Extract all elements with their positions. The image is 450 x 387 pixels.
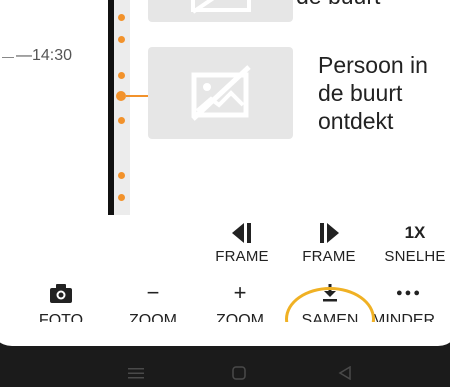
panel-bottom-edge xyxy=(0,322,450,346)
previous-event-title: de buurt xyxy=(296,0,380,10)
next-frame-label: FRAME xyxy=(302,248,356,265)
next-frame-button[interactable]: FRAME xyxy=(294,220,364,265)
more-icon: ●●● xyxy=(396,287,422,299)
timeline-track xyxy=(114,0,130,215)
system-nav-bar xyxy=(0,360,450,387)
timeline-dot xyxy=(118,172,125,179)
timeline-dot xyxy=(118,194,125,201)
image-placeholder-icon xyxy=(191,0,251,14)
timeline-dot xyxy=(118,36,125,43)
previous-frame-button[interactable]: FRAME xyxy=(207,220,277,265)
time-tick xyxy=(2,57,14,58)
image-placeholder-icon xyxy=(191,65,251,121)
timeline-dot xyxy=(118,72,125,79)
previous-frame-icon xyxy=(207,220,277,246)
next-frame-icon xyxy=(294,220,364,246)
previous-frame-label: FRAME xyxy=(215,248,269,265)
time-label: —14:30 xyxy=(16,47,73,64)
timeline-dot xyxy=(118,117,125,124)
timeline-current-dot xyxy=(116,91,126,101)
event-timeline[interactable]: —14:30 de buurt Persoon in de buurt ontd… xyxy=(0,0,450,215)
zoom-in-icon: + xyxy=(233,280,247,305)
back-icon[interactable] xyxy=(338,365,352,385)
camera-icon xyxy=(30,280,92,306)
zoom-out-icon: − xyxy=(146,280,160,305)
event-thumbnail[interactable] xyxy=(148,47,293,139)
event-title: Persoon in de buurt ontdekt xyxy=(318,52,428,134)
previous-event-thumbnail[interactable] xyxy=(148,0,293,22)
menu-icon[interactable] xyxy=(128,366,144,385)
playback-speed-label: SNELHE xyxy=(384,248,446,265)
home-icon[interactable] xyxy=(232,366,246,385)
playback-speed-button[interactable]: 1X SNELHE xyxy=(380,220,450,265)
event-connector xyxy=(126,95,148,97)
speed-value: 1X xyxy=(404,223,426,242)
timeline-dot xyxy=(118,14,125,21)
